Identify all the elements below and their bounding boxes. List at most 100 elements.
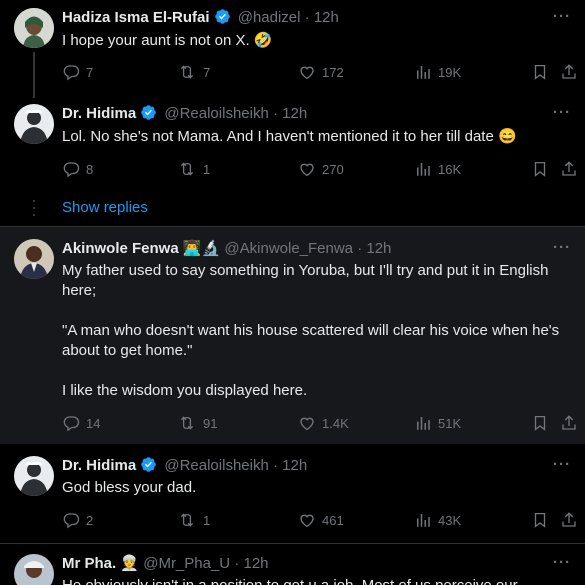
display-name[interactable]: Hadiza Isma El-Rufai: [62, 9, 210, 26]
bookmark-icon: [531, 511, 549, 529]
reply-count: 7: [86, 64, 94, 80]
show-replies-link[interactable]: Show replies: [62, 199, 148, 216]
views-button[interactable]: 19K: [414, 62, 461, 82]
tweet-header: Hadiza Isma El-Rufai @hadizel · 12h: [62, 8, 339, 31]
tweet-4[interactable]: Dr. Hidima @Realoilsheikh · 12h ··· God …: [0, 444, 585, 542]
user-handle[interactable]: @Realoilsheikh: [164, 457, 268, 474]
display-name[interactable]: Mr Pha.: [62, 555, 116, 572]
bookmark-button[interactable]: [531, 413, 549, 433]
avatar-image: [14, 8, 54, 48]
avatar-hadiza[interactable]: [14, 8, 54, 48]
avatar-dr-hidima[interactable]: [14, 104, 54, 144]
tweet-3[interactable]: Akinwole Fenwa 👨‍💻🔬 @Akinwole_Fenwa · 12…: [0, 227, 585, 444]
views-count: 51K: [438, 415, 462, 431]
avatar-akinwole[interactable]: [14, 239, 54, 279]
tweet-5[interactable]: Mr Pha. 👳 @Mr_Pha_U · 12h ··· He obvious…: [0, 544, 585, 585]
tweet-header: Dr. Hidima @Realoilsheikh · 12h: [62, 104, 307, 127]
repost-icon: [177, 511, 197, 529]
repost-button[interactable]: 1: [177, 510, 210, 530]
more-icon[interactable]: ···: [553, 239, 571, 256]
tweet-text-line: [62, 301, 573, 321]
user-handle[interactable]: @Mr_Pha_U: [143, 555, 230, 572]
bookmark-button[interactable]: [531, 510, 549, 530]
tweet-header: Mr Pha. 👳 @Mr_Pha_U · 12h: [62, 554, 269, 574]
like-icon: [298, 511, 316, 529]
timestamp[interactable]: 12h: [282, 457, 307, 474]
tweet-text-line: I like the wisdom you displayed here.: [62, 382, 308, 399]
share-icon: [560, 511, 578, 529]
avatar-image: [14, 239, 54, 279]
display-name[interactable]: Dr. Hidima: [62, 105, 136, 122]
user-handle[interactable]: @Realoilsheikh: [164, 105, 268, 122]
timestamp[interactable]: 12h: [244, 555, 269, 572]
timestamp[interactable]: 12h: [366, 240, 391, 257]
bookmark-icon: [531, 63, 549, 81]
reply-icon: [62, 414, 80, 432]
repost-button[interactable]: 91: [177, 413, 217, 433]
tweet-text-line: about to get home.": [62, 342, 193, 359]
more-icon[interactable]: ···: [553, 456, 571, 473]
timestamp[interactable]: 12h: [282, 105, 307, 122]
more-icon[interactable]: ···: [553, 554, 571, 571]
tweet-text: He obviously isn't in a position to get …: [62, 576, 573, 585]
user-handle[interactable]: @hadizel: [238, 9, 301, 26]
show-replies-dots: [32, 198, 36, 218]
views-count: 19K: [438, 64, 462, 80]
reply-button[interactable]: 7: [62, 62, 93, 82]
tweet-text: My father used to say something in Yorub…: [62, 261, 573, 401]
share-icon: [560, 160, 578, 178]
avatar-dr-hidima[interactable]: [14, 456, 54, 496]
tweet-header: Dr. Hidima @Realoilsheikh · 12h: [62, 456, 307, 479]
avatar-image: [14, 456, 54, 496]
repost-icon: [177, 63, 197, 81]
share-button[interactable]: [560, 413, 578, 433]
separator: ·: [234, 555, 240, 572]
bookmark-button[interactable]: [531, 62, 549, 82]
views-icon: [414, 511, 432, 529]
like-button[interactable]: 461: [298, 510, 344, 530]
share-button[interactable]: [560, 510, 578, 530]
like-button[interactable]: 270: [298, 159, 344, 179]
share-icon: [560, 63, 578, 81]
avatar-mr-pha[interactable]: [14, 554, 54, 585]
avatar-image: [14, 104, 54, 144]
reply-icon: [62, 160, 80, 178]
views-button[interactable]: 51K: [414, 413, 461, 433]
share-button[interactable]: [560, 159, 578, 179]
more-icon[interactable]: ···: [553, 8, 571, 25]
like-count: 461: [322, 512, 344, 528]
timestamp[interactable]: 12h: [314, 9, 339, 26]
repost-button[interactable]: 7: [177, 62, 210, 82]
bookmark-button[interactable]: [531, 159, 549, 179]
views-count: 16K: [438, 161, 462, 177]
views-count: 43K: [438, 512, 462, 528]
share-button[interactable]: [560, 62, 578, 82]
reply-button[interactable]: 2: [62, 510, 93, 530]
display-name[interactable]: Dr. Hidima: [62, 457, 136, 474]
more-icon[interactable]: ···: [553, 104, 571, 121]
share-icon: [560, 414, 578, 432]
views-button[interactable]: 43K: [414, 510, 461, 530]
avatar-image: [14, 554, 54, 585]
tweet-text-line: "A man who doesn't want his house scatte…: [62, 322, 560, 339]
views-icon: [414, 414, 432, 432]
views-button[interactable]: 16K: [414, 159, 461, 179]
thread-line: [33, 52, 35, 98]
reply-button[interactable]: 14: [62, 413, 100, 433]
tweet-text-line: My father used to say something in Yorub…: [62, 262, 549, 279]
display-name[interactable]: Akinwole Fenwa: [62, 240, 179, 257]
tweet-1[interactable]: Hadiza Isma El-Rufai @hadizel · 12h ··· …: [0, 0, 585, 98]
separator: ·: [272, 105, 278, 122]
tweet-2[interactable]: Dr. Hidima @Realoilsheikh · 12h ··· Lol.…: [0, 98, 585, 190]
bookmark-icon: [531, 414, 549, 432]
like-button[interactable]: 1.4K: [298, 413, 349, 433]
like-button[interactable]: 172: [298, 62, 344, 82]
repost-button[interactable]: 1: [177, 159, 210, 179]
repost-count: 1: [203, 161, 211, 177]
like-count: 1.4K: [322, 415, 349, 431]
reply-button[interactable]: 8: [62, 159, 93, 179]
repost-count: 1: [203, 512, 211, 528]
like-count: 270: [322, 161, 344, 177]
user-handle[interactable]: @Akinwole_Fenwa: [224, 240, 353, 257]
reply-count: 2: [86, 512, 94, 528]
